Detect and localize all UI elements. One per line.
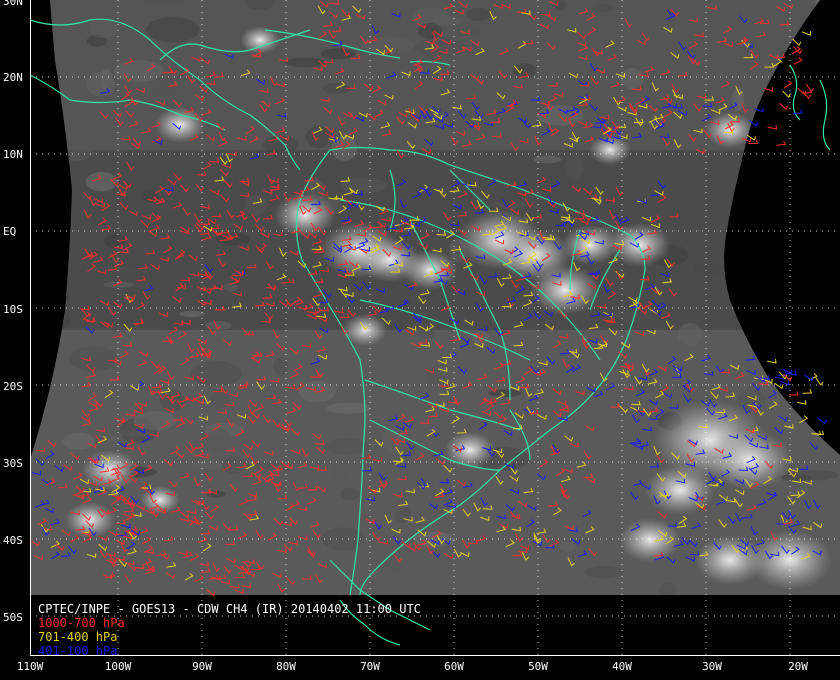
caption-title: CPTEC/INPE - GOES13 - CDW CH4 (IR) 20140… <box>38 602 421 616</box>
lon-label-70w: 70W <box>360 660 380 673</box>
lat-label-30n: 30N <box>3 0 23 8</box>
wind-barb <box>767 124 778 130</box>
wind-barb <box>746 134 756 141</box>
map-caption: CPTEC/INPE - GOES13 - CDW CH4 (IR) 20140… <box>38 602 421 658</box>
legend-mid-level: 701-400 hPa <box>38 630 118 644</box>
lon-label-110w: 110W <box>16 660 44 673</box>
wind-barb <box>776 140 786 146</box>
lat-label-20n: 20N <box>3 71 23 84</box>
lat-label-10n: 10N <box>3 148 23 161</box>
wind-barb <box>774 382 784 390</box>
lat-label-eq: EQ <box>3 225 17 238</box>
wind-barb <box>805 83 815 93</box>
wind-barb <box>793 57 803 65</box>
wind-barb <box>783 373 793 382</box>
lat-label-10s: 10S <box>3 303 23 316</box>
wind-barb <box>767 358 777 364</box>
wind-barb <box>788 391 799 396</box>
wind-barb <box>796 400 807 405</box>
lat-label-20s: 20S <box>3 380 23 393</box>
lon-label-40w: 40W <box>612 660 632 673</box>
satellite-map <box>30 0 840 655</box>
map-canvas <box>30 0 840 655</box>
wind-barb <box>779 380 790 386</box>
lon-label-100w: 100W <box>104 660 132 673</box>
wind-barb <box>781 90 791 98</box>
lon-label-60w: 60W <box>444 660 464 673</box>
legend-low-level: 1000-700 hPa <box>38 616 125 630</box>
lat-label-30s: 30S <box>3 457 23 470</box>
lat-label-50s: 50S <box>3 611 23 624</box>
wind-barb <box>815 377 824 386</box>
wind-barb <box>802 389 813 394</box>
legend-high-level: 401-100 hPa <box>38 644 118 658</box>
wind-barb <box>817 417 827 425</box>
wind-barb <box>792 38 802 47</box>
lon-label-30w: 30W <box>702 660 722 673</box>
lon-label-80w: 80W <box>276 660 296 673</box>
lon-label-90w: 90W <box>192 660 212 673</box>
lon-label-20w: 20W <box>788 660 808 673</box>
lat-label-40s: 40S <box>3 534 23 547</box>
wind-barb <box>801 31 812 36</box>
wind-barb <box>783 80 793 89</box>
wind-barb <box>779 102 789 111</box>
left-axis-line <box>30 0 31 655</box>
wind-barb <box>804 374 814 382</box>
lon-label-50w: 50W <box>528 660 548 673</box>
